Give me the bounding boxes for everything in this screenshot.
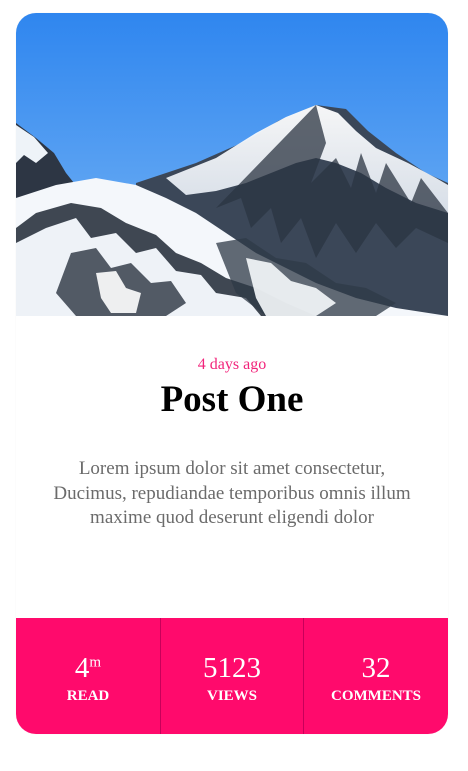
post-title[interactable]: Post One <box>16 377 448 423</box>
post-card[interactable]: 4 days ago Post One Lorem ipsum dolor si… <box>16 13 448 734</box>
post-excerpt: Lorem ipsum dolor sit amet consectetur, … <box>53 458 411 528</box>
post-hero-image <box>16 13 448 316</box>
stat-comments[interactable]: 32 COMMENTS <box>304 618 448 734</box>
stat-views-label: VIEWS <box>206 687 258 704</box>
stat-comments-label: COMMENTS <box>331 687 421 704</box>
stat-views: 5123 VIEWS <box>161 618 304 734</box>
post-stats-bar: 4m READ 5123 VIEWS 32 COMMENTS <box>16 618 448 734</box>
stat-read: 4m READ <box>16 618 161 734</box>
stat-views-value: 5123 <box>203 651 261 684</box>
stat-comments-value: 32 <box>361 651 391 684</box>
stat-read-value: 4m <box>74 651 102 684</box>
stat-read-label: READ <box>66 687 110 704</box>
post-date: 4 days ago <box>197 356 267 373</box>
stat-read-unit: m <box>89 653 102 670</box>
